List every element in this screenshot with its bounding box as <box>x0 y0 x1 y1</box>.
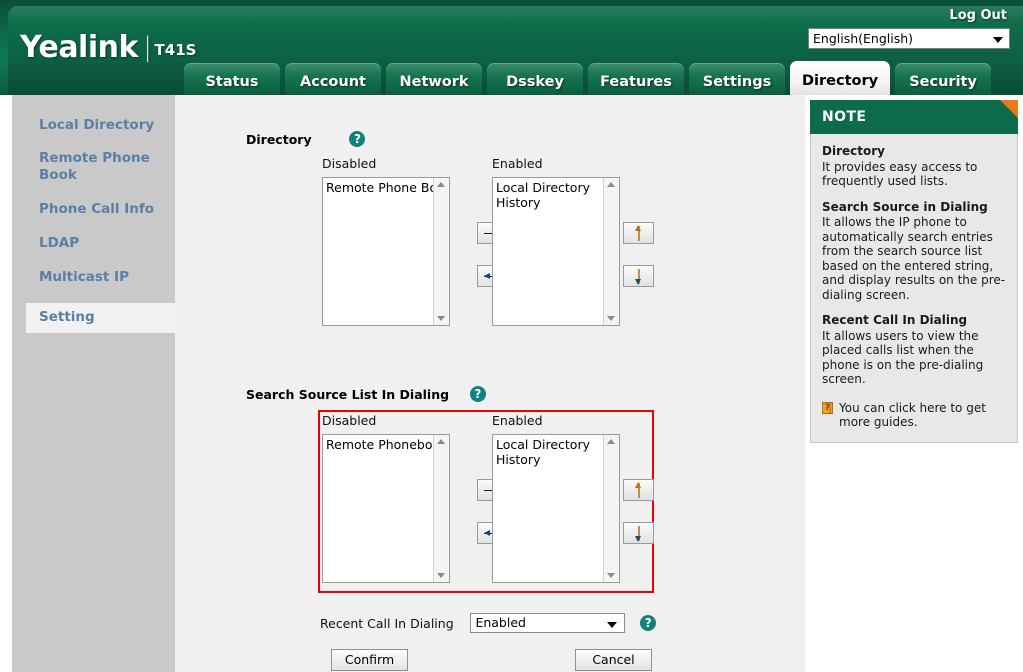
search-source-dual-list: Disabled Enabled Remote Phonebook Loc <box>175 95 805 672</box>
arrow-up-icon <box>634 481 643 499</box>
list-item[interactable]: Local Directory <box>495 437 603 452</box>
tab-dsskey[interactable]: Dsskey <box>487 63 583 95</box>
scroll-up-icon[interactable] <box>437 439 445 444</box>
sidebar-item-ldap[interactable]: LDAP <box>12 235 175 252</box>
tab-security[interactable]: Security <box>895 63 992 95</box>
phone-model: T41S <box>154 41 197 59</box>
tab-account[interactable]: Account <box>285 63 381 95</box>
logo-divider: | <box>142 32 152 63</box>
recent-call-in-dialing-row: Recent Call In Dialing Enabled ? <box>320 613 657 633</box>
sidebar: Local Directory Remote Phone Book Phone … <box>12 95 214 672</box>
note-block-title: Recent Call In Dialing <box>822 313 968 327</box>
search-source-enabled-label: Enabled <box>492 413 543 428</box>
tab-network[interactable]: Network <box>386 63 482 95</box>
logout-link[interactable]: Log Out <box>949 8 1007 23</box>
search-source-move-up-button[interactable] <box>623 479 654 501</box>
search-source-enabled-list[interactable]: Local Directory History <box>492 434 620 583</box>
note-block-text: It allows users to view the placed calls… <box>822 328 984 387</box>
search-source-disabled-scrollbar[interactable] <box>433 435 449 582</box>
chevron-down-icon <box>607 622 618 628</box>
note-panel: NOTE Directory It provides easy access t… <box>810 100 1018 443</box>
confirm-button[interactable]: Confirm <box>331 649 408 671</box>
scroll-up-icon[interactable] <box>607 439 615 444</box>
tab-directory[interactable]: Directory <box>790 61 891 95</box>
sidebar-item-phone-call-info[interactable]: Phone Call Info <box>12 201 175 218</box>
list-item[interactable]: Remote Phonebook <box>325 437 433 452</box>
note-block-text: It allows the IP phone to automatically … <box>822 215 1006 302</box>
tab-settings[interactable]: Settings <box>689 63 785 95</box>
corner-fold-icon <box>1000 100 1018 118</box>
yealink-logo: Yealink | T41S <box>20 30 196 65</box>
note-panel-header: NOTE <box>810 100 1018 134</box>
recent-call-in-dialing-value: Enabled <box>475 615 526 630</box>
search-source-enabled-scrollbar[interactable] <box>603 435 619 582</box>
search-source-disabled-items: Remote Phonebook <box>323 435 433 452</box>
sidebar-item-local-directory[interactable]: Local Directory <box>12 117 175 134</box>
note-column: NOTE Directory It provides easy access t… <box>805 95 1023 672</box>
language-select-value: English(English) <box>813 31 914 46</box>
recent-call-help-icon[interactable]: ? <box>640 615 657 631</box>
note-block-title: Directory <box>822 144 885 158</box>
app-header: Yealink | T41S Log Out English(English) St… <box>0 0 1023 95</box>
cancel-button[interactable]: Cancel <box>575 649 652 671</box>
sidebar-item-remote-phone-book[interactable]: Remote Phone Book <box>12 150 175 184</box>
scroll-down-icon[interactable] <box>607 573 615 578</box>
note-guide-text: You can click here to get more guides. <box>839 400 986 430</box>
note-block-text: It provides easy access to frequently us… <box>822 159 978 189</box>
search-source-disabled-list[interactable]: Remote Phonebook <box>322 434 450 583</box>
note-panel-title: NOTE <box>822 109 867 125</box>
sidebar-item-multicast-ip[interactable]: Multicast IP <box>12 269 175 286</box>
search-source-move-down-button[interactable] <box>623 522 654 544</box>
arrow-down-icon <box>634 525 643 542</box>
help-book-icon: ? <box>822 401 833 414</box>
search-source-enabled-items: Local Directory History <box>493 435 603 467</box>
recent-call-in-dialing-select[interactable]: Enabled <box>470 613 626 633</box>
list-item[interactable]: History <box>495 452 603 467</box>
note-guide-link[interactable]: ? You can click here to get more guides. <box>822 401 1006 430</box>
main-content: Directory ? Disabled Enabled Remote Phon… <box>175 95 805 672</box>
tab-features[interactable]: Features <box>588 63 684 95</box>
main-navigation: Status Account Network Dsskey Features S… <box>184 61 996 95</box>
tab-status[interactable]: Status <box>184 63 280 95</box>
chevron-down-icon <box>993 37 1003 43</box>
brand-name: Yealink <box>20 30 138 65</box>
note-block-title: Search Source in Dialing <box>822 199 988 214</box>
header-inner: Yealink | T41S Log Out English(English) St… <box>8 6 1023 95</box>
scroll-down-icon[interactable] <box>437 573 445 578</box>
note-panel-body: Directory It provides easy access to fre… <box>810 134 1018 443</box>
recent-call-in-dialing-label: Recent Call In Dialing <box>320 615 454 631</box>
page-body: Local Directory Remote Phone Book Phone … <box>0 95 1023 672</box>
language-select[interactable]: English(English) <box>808 28 1010 49</box>
search-source-disabled-label: Disabled <box>322 413 377 428</box>
